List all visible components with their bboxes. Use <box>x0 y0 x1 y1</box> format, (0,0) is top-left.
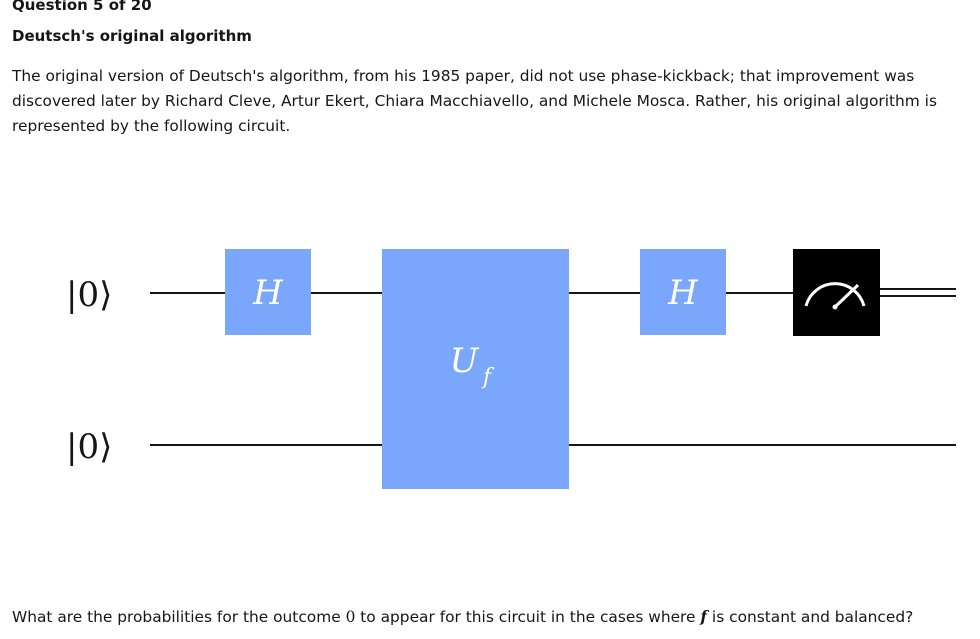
hadamard-gate-1: H <box>225 249 311 335</box>
measurement-gate <box>793 249 880 336</box>
question-text-part1: What are the probabilities for the outco… <box>12 608 346 626</box>
question-prompt: What are the probabilities for the outco… <box>12 606 913 628</box>
hadamard-gate-1-label: H <box>252 273 284 313</box>
oracle-gate-label: U <box>450 341 480 381</box>
outcome-symbol: 0 <box>345 608 356 626</box>
qubit-1-label: |0⟩ <box>66 427 112 467</box>
qubit-0-label: |0⟩ <box>66 275 112 315</box>
question-text-part3: is constant and balanced? <box>707 608 914 626</box>
question-text-part2: to appear for this circuit in the cases … <box>355 608 701 626</box>
measurement-gate-box <box>793 249 880 336</box>
quantum-circuit-diagram: |0⟩ |0⟩ H U f H <box>66 249 956 489</box>
quiz-page: Question 5 of 20 Deutsch's original algo… <box>0 0 980 639</box>
hadamard-gate-2: H <box>640 249 726 335</box>
oracle-gate: U f <box>382 249 569 489</box>
hadamard-gate-2-label: H <box>667 273 699 313</box>
